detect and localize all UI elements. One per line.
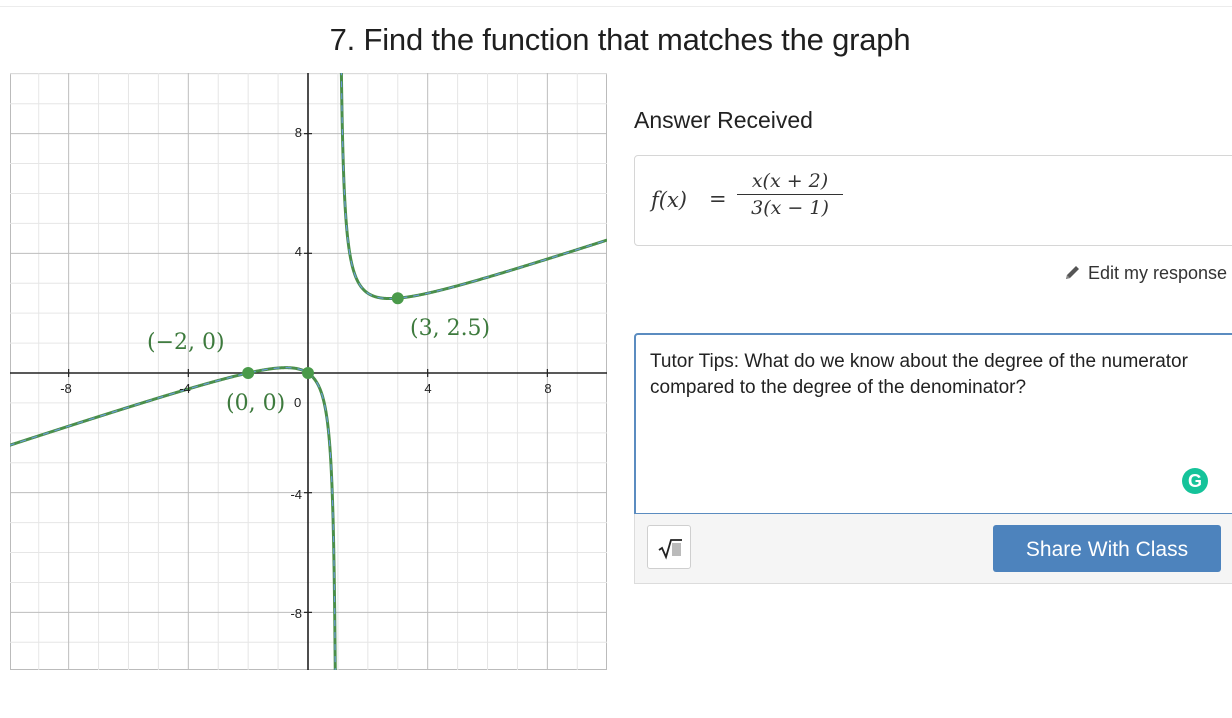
answer-heading: Answer Received [634,107,813,133]
formula-lhs: f(x) [651,188,688,212]
key-point [242,367,255,379]
edit-response-label: Edit my response [1088,263,1228,283]
formula-equals: = [709,187,727,211]
formula-denominator: 3(x − 1) [751,197,829,219]
tutor-tips-text[interactable]: Tutor Tips: What do we know about the de… [650,349,1210,401]
y-tick-label: 8 [295,125,302,140]
answer-box: f(x) = x(x + 2) 3(x − 1) [634,155,1232,246]
x-tick-label: 8 [544,381,551,396]
grammarly-icon[interactable]: G [1182,468,1208,494]
graph-canvas[interactable]: -8 -4 4 8 8 4 -4 -8 0 (−2, 0) (0, 0) (3,… [10,73,607,670]
y-tick-label: -4 [290,487,302,502]
top-divider [0,6,1232,7]
key-point [302,367,314,379]
fraction-bar [737,194,843,195]
x-tick-label: -4 [179,381,191,396]
x-tick-label: -8 [60,381,72,396]
point-label-3-2.5: (3, 2.5) [410,316,490,341]
edit-response-link[interactable]: Edit my response [1064,263,1227,286]
key-point [391,292,404,305]
x-tick-label: 4 [424,381,431,396]
y-tick-label: -8 [290,606,302,621]
pencil-icon [1064,263,1082,286]
share-with-class-button[interactable]: Share With Class [993,525,1221,572]
graph-panel[interactable]: -8 -4 4 8 8 4 -4 -8 0 (−2, 0) (0, 0) (3,… [10,73,607,670]
square-root-icon [658,539,682,560]
math-input-button[interactable] [647,525,691,569]
page-title: 7. Find the function that matches the gr… [329,22,911,57]
formula-fraction: x(x + 2) 3(x − 1) [737,170,843,219]
y-tick-label: 4 [295,244,302,259]
response-toolbar: Share With Class [634,514,1232,584]
formula-numerator: x(x + 2) [751,170,829,192]
tutor-tips-input[interactable]: Tutor Tips: What do we know about the de… [634,333,1232,515]
origin-label: 0 [294,395,301,410]
point-label-neg2-0: (−2, 0) [147,330,225,355]
point-label-origin: (0, 0) [226,391,285,416]
